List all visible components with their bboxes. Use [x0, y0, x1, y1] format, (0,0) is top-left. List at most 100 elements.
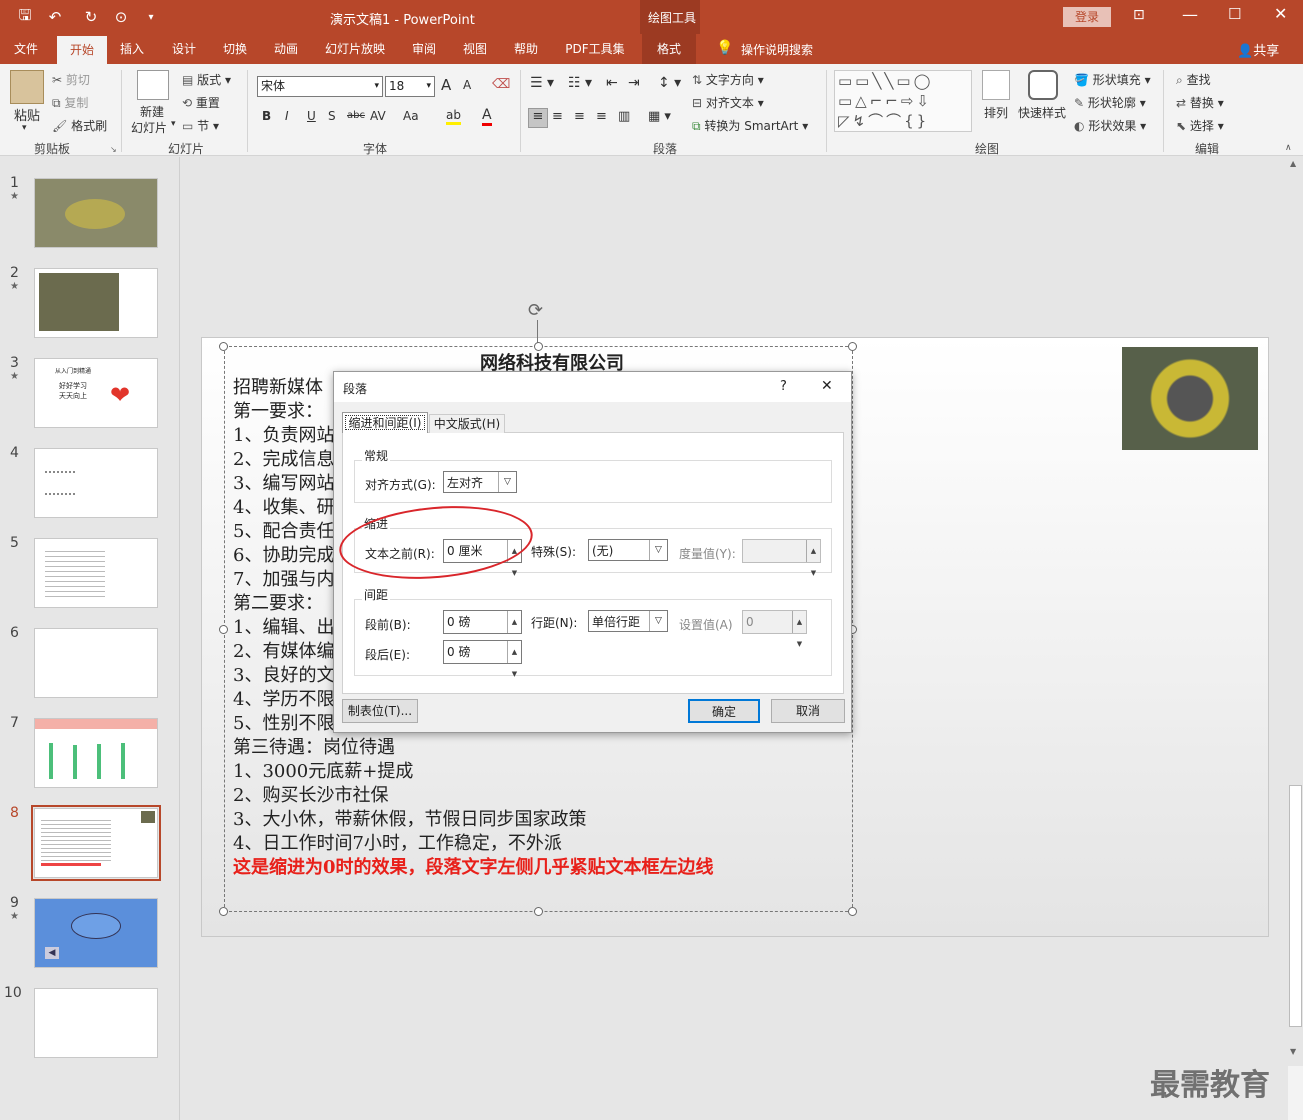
resize-handle[interactable] — [848, 907, 857, 916]
copy-button[interactable]: ⧉ 复制 — [52, 94, 88, 111]
chevron-down-icon[interactable]: ▾ — [374, 77, 379, 96]
paste-button[interactable]: 粘贴 — [14, 105, 40, 124]
after-spacing-spinner[interactable]: ▲ ▼ — [507, 641, 521, 678]
tab-review[interactable]: 审阅 — [402, 34, 446, 64]
shrink-font-icon[interactable]: A — [463, 78, 471, 92]
vertical-scrollbar[interactable]: ▲ ▼ — [1288, 157, 1303, 1062]
resize-handle[interactable] — [219, 625, 228, 634]
font-size-box[interactable]: 18 ▾ — [385, 76, 435, 97]
align-right-icon[interactable]: ≡ — [574, 109, 585, 124]
replace-button[interactable]: ⇄ 替换 ▾ — [1176, 94, 1224, 111]
tab-slideshow[interactable]: 幻灯片放映 — [318, 34, 392, 64]
close-window-icon[interactable]: ✕ — [1274, 4, 1287, 23]
cut-button[interactable]: ✂ 剪切 — [52, 71, 90, 88]
grow-font-icon[interactable]: A — [441, 76, 451, 94]
tab-indents-spacing[interactable]: 缩进和间距(I) — [342, 412, 428, 433]
quick-styles-icon[interactable] — [1028, 70, 1058, 100]
new-slide-label[interactable]: 新建 — [140, 103, 164, 120]
special-select[interactable]: (无) ▽ — [588, 539, 668, 561]
align-text-button[interactable]: ⊟ 对齐文本 ▾ — [692, 94, 764, 111]
columns-icon[interactable]: ▦ ▾ — [648, 109, 671, 124]
reset-button[interactable]: ⟲ 重置 — [182, 94, 220, 111]
change-case-button[interactable]: Aa — [403, 109, 419, 123]
resize-handle[interactable] — [534, 342, 543, 351]
decrease-indent-icon[interactable]: ⇤ — [606, 75, 618, 91]
collapse-ribbon-icon[interactable]: ∧ — [1285, 143, 1292, 153]
distribute-icon[interactable]: ▥ — [618, 109, 630, 124]
shape-outline-button[interactable]: ✎ 形状轮廓 ▾ — [1074, 94, 1146, 111]
redo-icon[interactable]: ↻ — [80, 6, 102, 28]
format-painter-button[interactable]: 🖌 格式刷 — [52, 117, 107, 134]
at-spinner[interactable]: ▲ ▼ — [792, 611, 806, 648]
tab-pdf[interactable]: PDF工具集 — [558, 34, 632, 64]
slide-thumbnail-8[interactable] — [34, 808, 158, 878]
minimize-icon[interactable]: — — [1182, 5, 1198, 24]
resize-handle[interactable] — [219, 907, 228, 916]
shape-effects-button[interactable]: ◐ 形状效果 ▾ — [1074, 117, 1146, 134]
tab-home[interactable]: 开始 — [57, 36, 107, 64]
tab-design[interactable]: 设计 — [162, 34, 206, 64]
shapes-gallery[interactable]: ▭▭╲╲▭◯ ▭△⌐⌐⇨⇩ ◸↯⌒⌒{} — [834, 70, 972, 132]
slide-thumbnail-4[interactable] — [34, 448, 158, 518]
ok-button[interactable]: 确定 — [688, 699, 760, 723]
chevron-down-icon[interactable]: ▽ — [649, 540, 667, 560]
share-button[interactable]: 👤共享 — [1237, 40, 1279, 59]
align-center-icon[interactable]: ≡ — [552, 109, 563, 124]
slide-thumbnail-9[interactable]: ◀ — [34, 898, 158, 968]
after-spacing-input[interactable]: 0 磅 ▲ ▼ — [443, 640, 522, 678]
scroll-down-icon[interactable]: ▼ — [1290, 1047, 1296, 1056]
layout-button[interactable]: ▤ 版式 ▾ — [182, 71, 231, 88]
present-icon[interactable]: ⊙ — [110, 6, 132, 28]
quick-styles-button[interactable]: 快速样式 — [1018, 104, 1066, 121]
arrange-button[interactable]: 排列 — [984, 104, 1008, 121]
shape-fill-button[interactable]: 🪣 形状填充 ▾ — [1074, 71, 1151, 88]
by-input[interactable]: ▲ ▼ — [742, 539, 821, 577]
tab-view[interactable]: 视图 — [453, 34, 497, 64]
tab-insert[interactable]: 插入 — [110, 34, 154, 64]
chevron-down-icon[interactable]: ▽ — [498, 472, 516, 492]
scroll-up-icon[interactable]: ▲ — [1290, 159, 1296, 168]
arrange-icon[interactable] — [982, 70, 1010, 100]
rotate-handle-icon[interactable]: ⟳ — [528, 300, 543, 321]
slide-thumbnail-10[interactable] — [34, 988, 158, 1058]
slide-thumbnail-7[interactable] — [34, 718, 158, 788]
font-name-box[interactable]: 宋体 ▾ — [257, 76, 383, 97]
line-spacing-icon[interactable]: ↕ ▾ — [658, 75, 681, 91]
resize-handle[interactable] — [848, 342, 857, 351]
slide-thumbnail-6[interactable] — [34, 628, 158, 698]
cancel-button[interactable]: 取消 — [771, 699, 845, 723]
clipboard-launcher-icon[interactable]: ↘ — [110, 145, 117, 154]
maximize-icon[interactable]: ☐ — [1228, 5, 1241, 23]
slide-thumbnail-3[interactable]: 从入门到精通 好好学习 天天向上 ❤ — [34, 358, 158, 428]
char-spacing-button[interactable]: AV — [370, 109, 386, 123]
at-input[interactable]: 0 ▲ ▼ — [742, 610, 807, 648]
dialog-close-button[interactable]: ✕ — [821, 378, 833, 394]
highlight-button[interactable]: ab — [446, 108, 461, 125]
scroll-thumb[interactable] — [1289, 785, 1302, 1027]
underline-button[interactable]: U — [307, 109, 316, 123]
slide-thumbnail-2[interactable] — [34, 268, 158, 338]
paste-dropdown-icon[interactable]: ▾ — [22, 123, 27, 133]
italic-button[interactable]: I — [285, 109, 289, 123]
find-button[interactable]: ⌕ 查找 — [1176, 71, 1211, 88]
tab-animations[interactable]: 动画 — [264, 34, 308, 64]
section-button[interactable]: ▭ 节 ▾ — [182, 117, 219, 134]
tab-help[interactable]: 帮助 — [504, 34, 548, 64]
slide-thumbnail-1[interactable] — [34, 178, 158, 248]
line-spacing-select[interactable]: 单倍行距 ▽ — [588, 610, 668, 632]
select-button[interactable]: ⬉ 选择 ▾ — [1176, 117, 1224, 134]
save-icon[interactable]: 🖫 — [14, 6, 36, 28]
align-left-icon[interactable]: ≡ — [528, 108, 548, 128]
clear-format-icon[interactable]: ⌫ — [492, 77, 510, 92]
smartart-button[interactable]: ⧉ 转换为 SmartArt ▾ — [692, 117, 808, 134]
bold-button[interactable]: B — [262, 109, 271, 123]
by-spinner[interactable]: ▲ ▼ — [806, 540, 820, 577]
tab-asian-typography[interactable]: 中文版式(H) — [429, 414, 505, 433]
help-button[interactable]: ? — [780, 379, 787, 394]
new-slide-label2[interactable]: 幻灯片 — [131, 119, 167, 136]
flower-image[interactable] — [1122, 347, 1258, 450]
strikethrough-button[interactable]: abc — [347, 110, 365, 121]
paste-icon[interactable] — [10, 70, 44, 104]
tab-transitions[interactable]: 切换 — [213, 34, 257, 64]
alignment-select[interactable]: 左对齐 ▽ — [443, 471, 517, 493]
